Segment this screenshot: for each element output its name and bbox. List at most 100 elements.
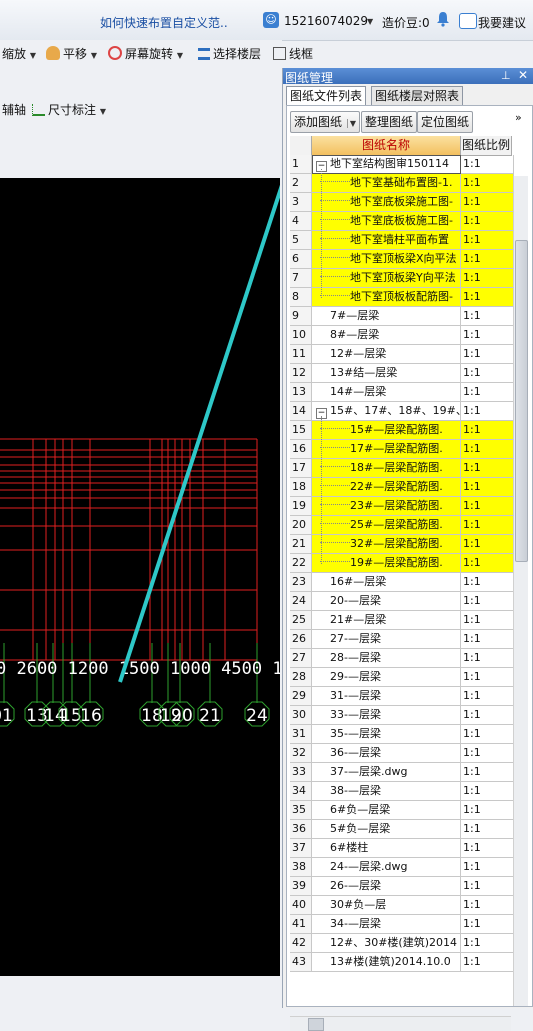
drawing-scale-cell[interactable]: 1:1 xyxy=(461,573,514,592)
table-row[interactable]: 25 21#—层梁 1:1 xyxy=(290,611,514,630)
drawing-name-cell[interactable]: 37-—层梁.dwg xyxy=(312,763,461,782)
drawing-scale-cell[interactable]: 1:1 xyxy=(461,212,514,231)
table-row[interactable]: 3 地下室底板梁施工图- 1:1 xyxy=(290,193,514,212)
drawing-name-cell[interactable]: 12#—层梁 xyxy=(312,345,461,364)
column-header-scale[interactable]: 图纸比例 xyxy=(461,136,512,156)
rotate-screen-button[interactable]: 屏幕旋转 ▼ xyxy=(108,45,183,62)
aux-axis-button[interactable]: 辅轴 xyxy=(2,101,26,118)
tab-floor-mapping[interactable]: 图纸楼层对照表 xyxy=(371,86,464,106)
drawing-scale-cell[interactable]: 1:1 xyxy=(461,668,514,687)
drawing-name-cell[interactable]: 地下室底板梁施工图- xyxy=(312,193,461,212)
table-row[interactable]: 18 22#—层梁配筋图. 1:1 xyxy=(290,478,514,497)
drawing-scale-cell[interactable]: 1:1 xyxy=(461,193,514,212)
drawing-scale-cell[interactable]: 1:1 xyxy=(461,307,514,326)
drawing-name-cell[interactable]: 30#负—层 xyxy=(312,896,461,915)
wireframe-button[interactable]: 线框 xyxy=(273,45,313,62)
more-icon[interactable]: » xyxy=(515,111,522,124)
organize-drawings-button[interactable]: 整理图纸 xyxy=(361,111,418,133)
drawing-name-cell[interactable]: 地下室基础布置图-1. xyxy=(312,174,461,193)
drawing-name-cell[interactable]: 22#—层梁配筋图. xyxy=(312,478,461,497)
table-row[interactable]: 12 13#结—层梁 1:1 xyxy=(290,364,514,383)
drawing-name-cell[interactable]: 地下室顶板梁Y向平法 xyxy=(312,269,461,288)
table-row[interactable]: 40 30#负—层 1:1 xyxy=(290,896,514,915)
suggest-link[interactable]: 我要建议 xyxy=(478,14,526,31)
drawing-name-cell[interactable]: 地下室底板板施工图- xyxy=(312,212,461,231)
table-row[interactable]: 23 16#—层梁 1:1 xyxy=(290,573,514,592)
drawing-scale-cell[interactable]: 1:1 xyxy=(461,763,514,782)
table-row[interactable]: 41 34-—层梁 1:1 xyxy=(290,915,514,934)
drawing-name-cell[interactable]: 14#—层梁 xyxy=(312,383,461,402)
drawing-name-cell[interactable]: 32#—层梁配筋图. xyxy=(312,535,461,554)
drawing-name-cell[interactable]: 28-—层梁 xyxy=(312,649,461,668)
drawing-scale-cell[interactable]: 1:1 xyxy=(461,326,514,345)
drawing-name-cell[interactable]: 24-—层梁.dwg xyxy=(312,858,461,877)
column-header-name[interactable]: 图纸名称 xyxy=(312,136,461,156)
drawing-scale-cell[interactable]: 1:1 xyxy=(461,858,514,877)
table-row[interactable]: 11 12#—层梁 1:1 xyxy=(290,345,514,364)
drawing-scale-cell[interactable]: 1:1 xyxy=(461,896,514,915)
drawing-scale-cell[interactable]: 1:1 xyxy=(461,421,514,440)
pan-button[interactable]: 平移 ▼ xyxy=(46,45,97,62)
drawing-name-cell[interactable]: 38-—层梁 xyxy=(312,782,461,801)
drawing-canvas[interactable]: 0 2600 1200 1500 1000 4500 1200 1000 160… xyxy=(0,178,280,976)
drawing-name-cell[interactable]: 13#结—层梁 xyxy=(312,364,461,383)
drawing-name-cell[interactable]: 25#—层梁配筋图. xyxy=(312,516,461,535)
drawing-scale-cell[interactable]: 1:1 xyxy=(461,592,514,611)
drawing-scale-cell[interactable]: 1:1 xyxy=(461,934,514,953)
drawing-scale-cell[interactable]: 1:1 xyxy=(461,611,514,630)
drawing-scale-cell[interactable]: 1:1 xyxy=(461,744,514,763)
table-row[interactable]: 16 17#—层梁配筋图. 1:1 xyxy=(290,440,514,459)
drawing-scale-cell[interactable]: 1:1 xyxy=(461,345,514,364)
drawing-scale-cell[interactable]: 1:1 xyxy=(461,459,514,478)
add-drawing-button[interactable]: 添加图纸 ▼ xyxy=(290,111,360,133)
table-row[interactable]: 15 15#—层梁配筋图. 1:1 xyxy=(290,421,514,440)
close-icon[interactable]: ✕ xyxy=(518,68,528,82)
drawing-name-cell[interactable]: 36-—层梁 xyxy=(312,744,461,763)
locate-drawing-button[interactable]: 定位图纸 xyxy=(417,111,474,133)
table-row[interactable]: 4 地下室底板板施工图- 1:1 xyxy=(290,212,514,231)
drawing-scale-cell[interactable]: 1:1 xyxy=(461,801,514,820)
drawing-name-cell[interactable]: 34-—层梁 xyxy=(312,915,461,934)
drawing-scale-cell[interactable]: 1:1 xyxy=(461,402,514,421)
drawing-name-cell[interactable]: 13#楼(建筑)2014.10.0 xyxy=(312,953,461,972)
table-row[interactable]: 29 31-—层梁 1:1 xyxy=(290,687,514,706)
drawing-scale-cell[interactable]: 1:1 xyxy=(461,649,514,668)
drawing-scale-cell[interactable]: 1:1 xyxy=(461,706,514,725)
vertical-scrollbar[interactable] xyxy=(513,176,528,1006)
drawing-scale-cell[interactable]: 1:1 xyxy=(461,516,514,535)
table-row[interactable]: 17 18#—层梁配筋图. 1:1 xyxy=(290,459,514,478)
table-row[interactable]: 13 14#—层梁 1:1 xyxy=(290,383,514,402)
drawing-scale-cell[interactable]: 1:1 xyxy=(461,383,514,402)
table-row[interactable]: 7 地下室顶板梁Y向平法 1:1 xyxy=(290,269,514,288)
drawing-name-cell[interactable]: 16#—层梁 xyxy=(312,573,461,592)
drawing-scale-cell[interactable]: 1:1 xyxy=(461,288,514,307)
table-row[interactable]: 43 13#楼(建筑)2014.10.0 1:1 xyxy=(290,953,514,972)
drawing-scale-cell[interactable]: 1:1 xyxy=(461,725,514,744)
table-row[interactable]: 42 12#、30#楼(建筑)2014 1:1 xyxy=(290,934,514,953)
table-row[interactable]: 31 35-—层梁 1:1 xyxy=(290,725,514,744)
table-row[interactable]: 38 24-—层梁.dwg 1:1 xyxy=(290,858,514,877)
table-row[interactable]: 27 28-—层梁 1:1 xyxy=(290,649,514,668)
table-row[interactable]: 39 26-—层梁 1:1 xyxy=(290,877,514,896)
table-row[interactable]: 30 33-—层梁 1:1 xyxy=(290,706,514,725)
chevron-down-icon[interactable]: ▼ xyxy=(346,119,356,128)
table-row[interactable]: 32 36-—层梁 1:1 xyxy=(290,744,514,763)
drawing-name-cell[interactable]: 6#楼柱 xyxy=(312,839,461,858)
drawing-name-cell[interactable]: 地下室顶板板配筋图- xyxy=(312,288,461,307)
table-row[interactable]: 10 8#—层梁 1:1 xyxy=(290,326,514,345)
dimension-button[interactable]: 尺寸标注 ▼ xyxy=(32,101,106,118)
drawing-name-cell[interactable]: 17#—层梁配筋图. xyxy=(312,440,461,459)
select-floor-button[interactable]: 选择楼层 xyxy=(198,45,261,62)
drawing-name-cell[interactable]: 23#—层梁配筋图. xyxy=(312,497,461,516)
user-account[interactable]: 15216074029 xyxy=(284,14,368,28)
drawing-scale-cell[interactable]: 1:1 xyxy=(461,820,514,839)
table-row[interactable]: 2 地下室基础布置图-1. 1:1 xyxy=(290,174,514,193)
drawing-scale-cell[interactable]: 1:1 xyxy=(461,782,514,801)
drawing-name-cell[interactable]: − 地下室结构图审150114 xyxy=(312,155,461,174)
drawing-name-cell[interactable]: 27-—层梁 xyxy=(312,630,461,649)
drawing-name-cell[interactable]: 33-—层梁 xyxy=(312,706,461,725)
drawing-scale-cell[interactable]: 1:1 xyxy=(461,440,514,459)
help-hint-link[interactable]: 如何快速布置自定义范.. xyxy=(100,14,228,31)
table-row[interactable]: 14−15#、17#、18#、19#、2 1:1 xyxy=(290,402,514,421)
table-row[interactable]: 20 25#—层梁配筋图. 1:1 xyxy=(290,516,514,535)
